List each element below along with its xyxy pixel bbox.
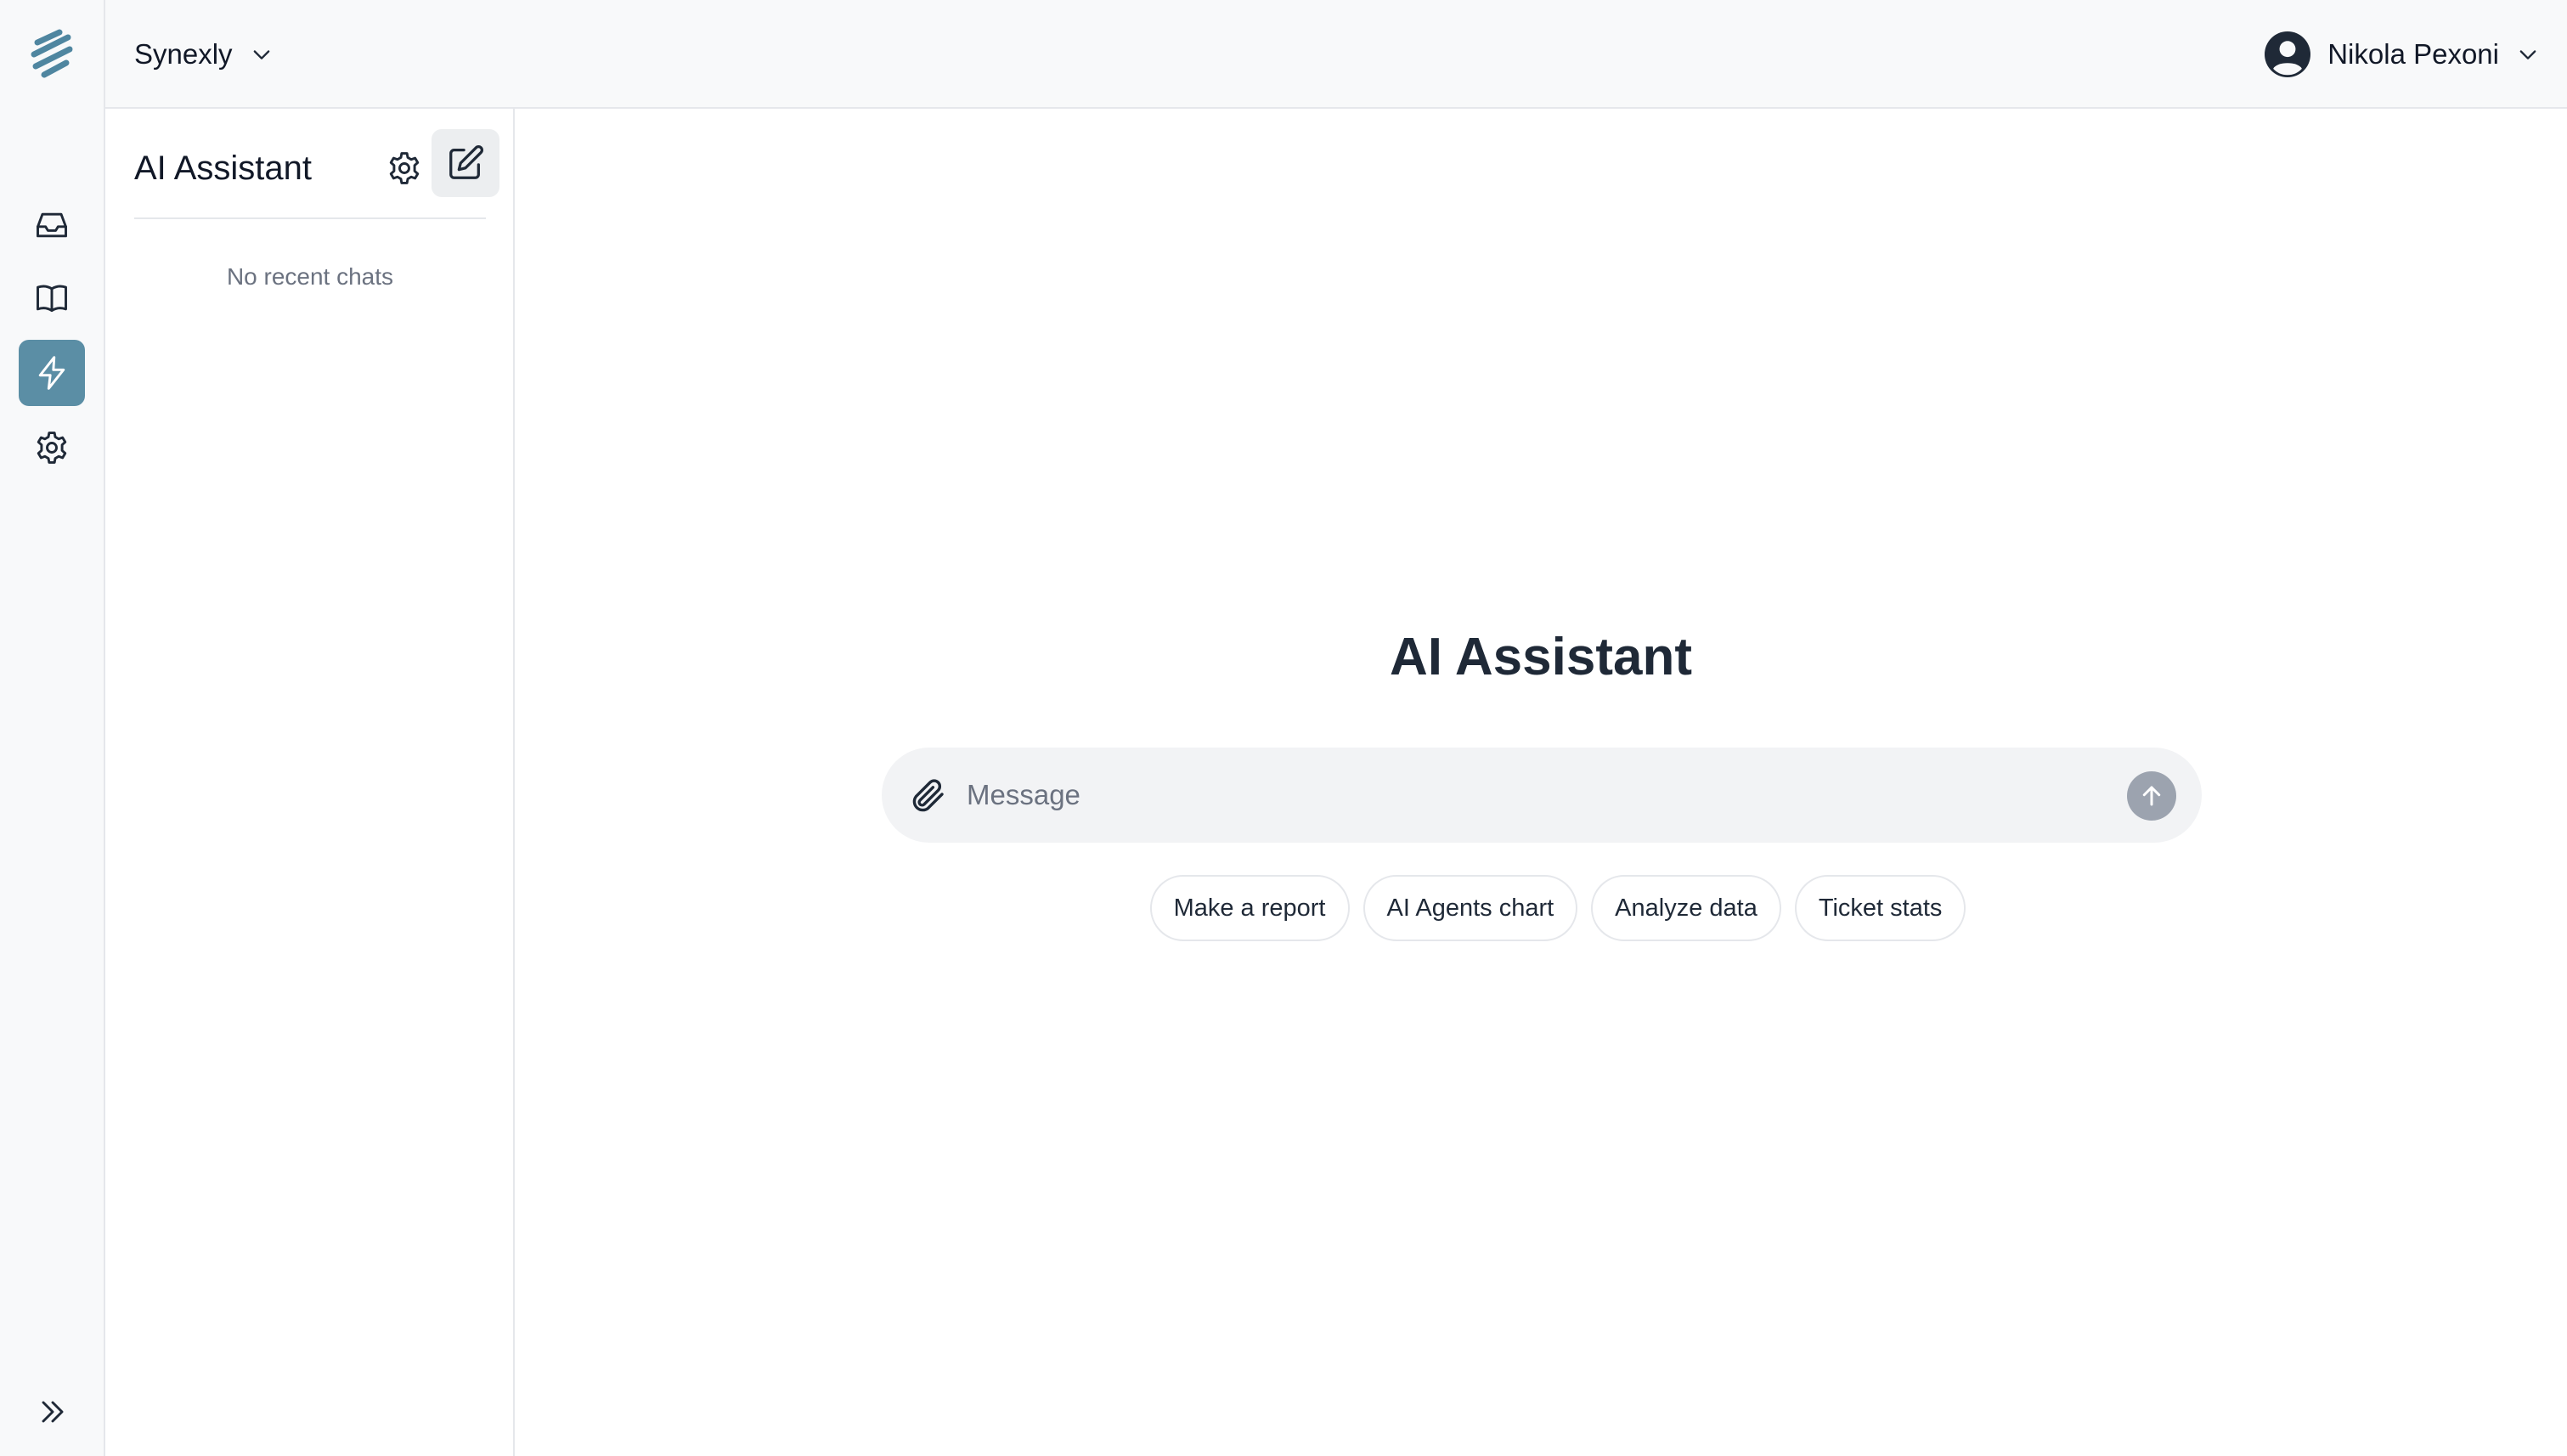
- chevron-down-icon: [2519, 50, 2536, 59]
- gear-icon: [389, 152, 420, 184]
- message-input[interactable]: [967, 766, 2071, 824]
- suggestion-chips: Make a report AI Agents chart Analyze da…: [515, 875, 2567, 941]
- sidebar-title: AI Assistant: [134, 150, 312, 187]
- rail-item-ai-assistant[interactable]: [19, 340, 85, 406]
- book-open-icon: [37, 285, 67, 313]
- app-logo-icon[interactable]: [25, 25, 78, 82]
- suggestion-chip[interactable]: Ticket stats: [1794, 875, 1966, 941]
- no-recent-chats-text: No recent chats: [226, 263, 394, 290]
- inbox-icon: [37, 212, 67, 238]
- gear-icon: [37, 432, 67, 464]
- suggestion-chip[interactable]: Analyze data: [1591, 875, 1781, 941]
- assistant-settings-button[interactable]: [379, 143, 430, 194]
- message-composer: [882, 748, 2202, 843]
- chat-main: AI Assistant Make a report AI Agents cha…: [515, 109, 2567, 1456]
- send-button[interactable]: [2127, 771, 2176, 821]
- expand-rail-button[interactable]: [34, 1393, 71, 1431]
- top-header: Synexly Nikola Pexoni: [105, 0, 2567, 109]
- suggestion-chip[interactable]: Make a report: [1149, 875, 1350, 941]
- workspace-switcher[interactable]: Synexly: [134, 32, 274, 76]
- chat-sidebar: AI Assistant No recent chats: [105, 109, 515, 1456]
- user-menu[interactable]: Nikola Pexoni: [2265, 29, 2540, 80]
- user-avatar-icon: [2265, 31, 2311, 77]
- chevrons-right-icon: [42, 1401, 64, 1423]
- new-chat-button[interactable]: [432, 129, 499, 197]
- suggestion-chip[interactable]: AI Agents chart: [1362, 875, 1578, 941]
- chevron-down-icon: [253, 50, 269, 59]
- rail-item-knowledge[interactable]: [19, 265, 85, 331]
- rail-item-inbox[interactable]: [19, 192, 85, 258]
- icon-rail: [0, 0, 105, 1456]
- page-title: AI Assistant: [1389, 628, 1692, 686]
- sidebar-divider: [134, 217, 486, 219]
- workspace-name: Synexly: [134, 38, 233, 70]
- arrow-up-icon: [2142, 786, 2161, 806]
- user-name: Nikola Pexoni: [2327, 38, 2499, 70]
- rail-item-settings[interactable]: [19, 415, 85, 481]
- paperclip-icon[interactable]: [907, 775, 948, 815]
- lightning-icon: [38, 356, 65, 390]
- edit-icon: [449, 145, 483, 179]
